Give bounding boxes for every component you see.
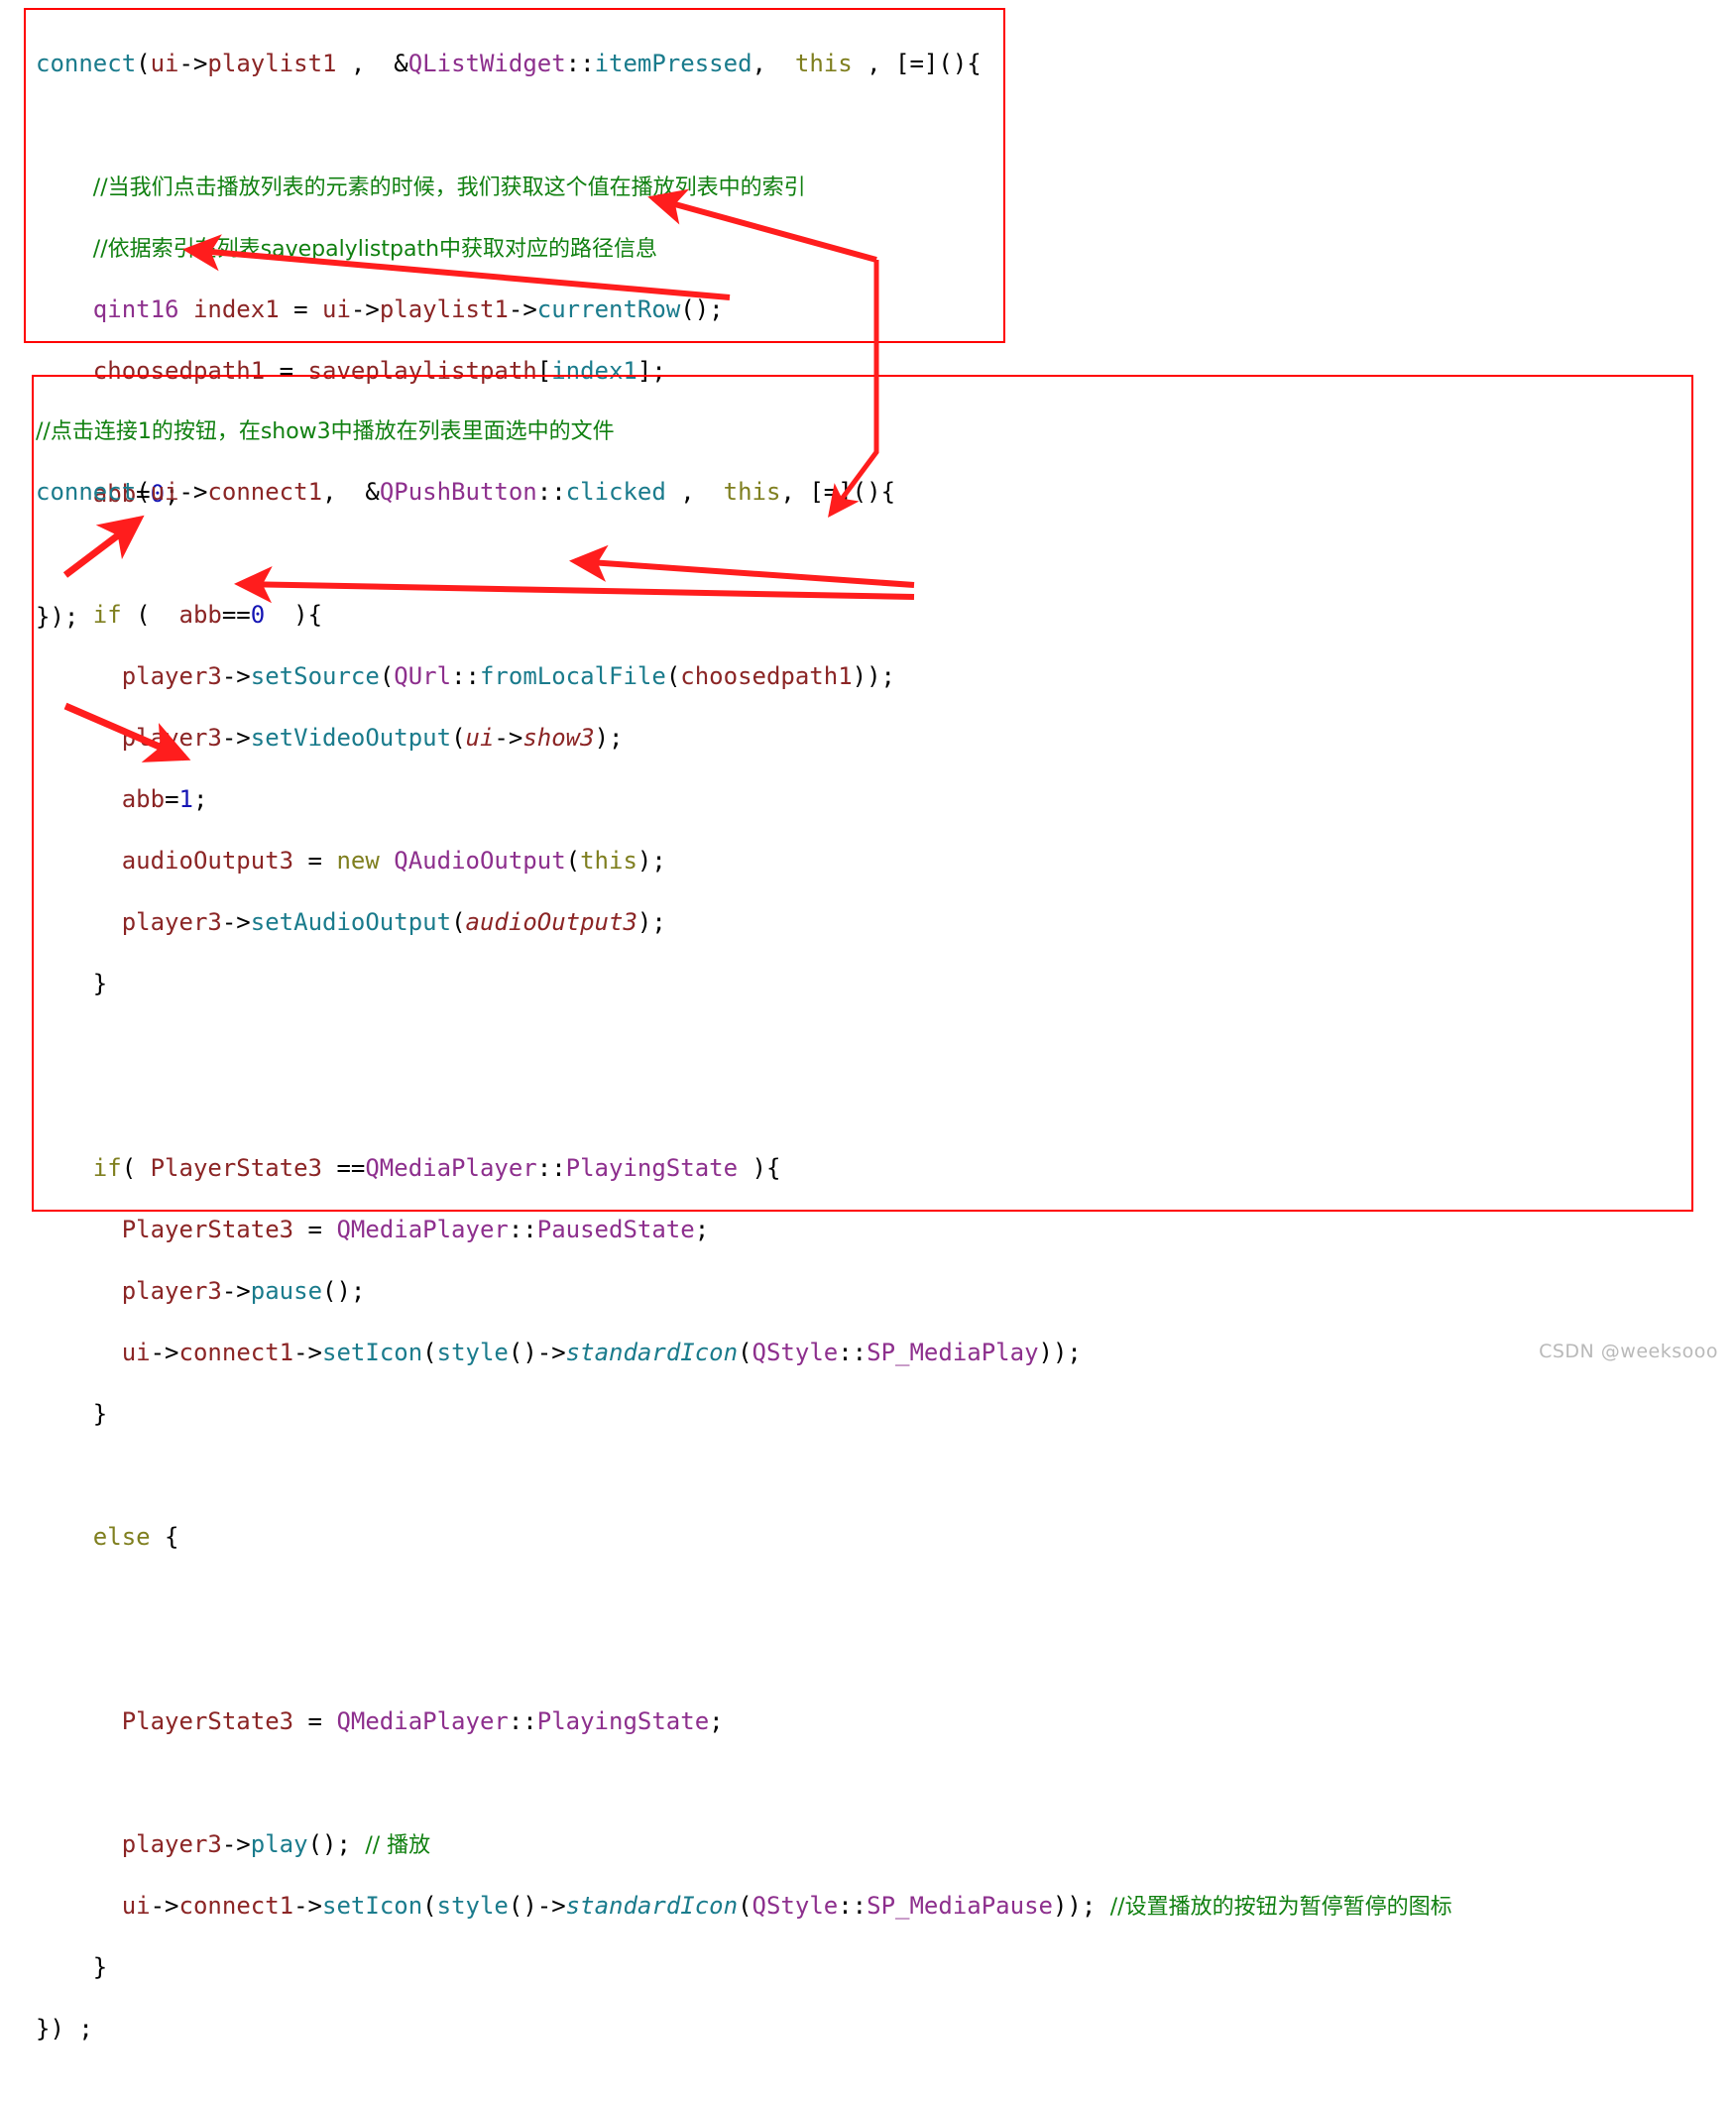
code-block-connect1-clicked: //点击连接1的按钮，在show3中播放在列表里面选中的文件 connect(u… — [36, 385, 1452, 2106]
inline-comment-3: //点击连接1的按钮，在show3中播放在列表里面选中的文件 — [36, 419, 615, 444]
code-line: else { — [92, 1523, 179, 1551]
screenshot-stage: connect(ui->playlist1 , &QListWidget::it… — [0, 0, 1736, 2043]
code-line: connect(ui->playlist1 , &QListWidget::it… — [36, 50, 982, 77]
code-line: player3->setVideoOutput(ui->show3); — [121, 724, 624, 752]
code-line: } — [36, 970, 108, 997]
code-line: player3->setSource(QUrl::fromLocalFile(c… — [121, 662, 896, 690]
csdn-watermark: CSDN @weeksooo — [1539, 1341, 1718, 1362]
code-line: } — [36, 1400, 108, 1428]
code-line-comment: //当我们点击播放列表的元素的时候，我们获取这个值在播放列表中的索引 — [36, 172, 982, 202]
code-line: } — [36, 1953, 108, 1981]
code-line-comment: //依据索引在列表savepalylistpath中获取对应的路径信息 — [36, 233, 982, 264]
inline-comment-4: // 播放 — [365, 1833, 431, 1858]
code-line: ui->connect1->setIcon(style()->standardI… — [121, 1892, 1452, 1920]
code-line-comment: //点击连接1的按钮，在show3中播放在列表里面选中的文件 — [36, 415, 1452, 446]
code-line: if( PlayerState3 ==QMediaPlayer::Playing… — [92, 1154, 781, 1182]
code-line: abb=1; — [121, 785, 208, 813]
code-line: player3->setAudioOutput(audioOutput3); — [121, 908, 666, 936]
code-line: player3->pause(); — [121, 1277, 366, 1305]
inline-comment-5: //设置播放的按钮为暂停暂停的图标 — [1109, 1895, 1452, 1920]
inline-comment-2: //依据索引在列表savepalylistpath中获取对应的路径信息 — [92, 237, 658, 262]
code-line: ui->connect1->setIcon(style()->standardI… — [121, 1339, 1082, 1366]
code-line: qint16 index1 = ui->playlist1->currentRo… — [92, 295, 724, 323]
code-line: PlayerState3 = QMediaPlayer::PausedState… — [121, 1216, 710, 1243]
code-line: }) ; — [36, 2015, 93, 2043]
code-line: connect(ui->connect1, &QPushButton::clic… — [36, 478, 896, 506]
code-line: audioOutput3 = new QAudioOutput(this); — [121, 847, 666, 875]
code-line: PlayerState3 = QMediaPlayer::PlayingStat… — [121, 1707, 724, 1735]
inline-comment-1: //当我们点击播放列表的元素的时候，我们获取这个值在播放列表中的索引 — [92, 176, 806, 200]
code-line: player3->play(); // 播放 — [121, 1830, 431, 1858]
code-line: if ( abb==0 ){ — [92, 601, 323, 629]
